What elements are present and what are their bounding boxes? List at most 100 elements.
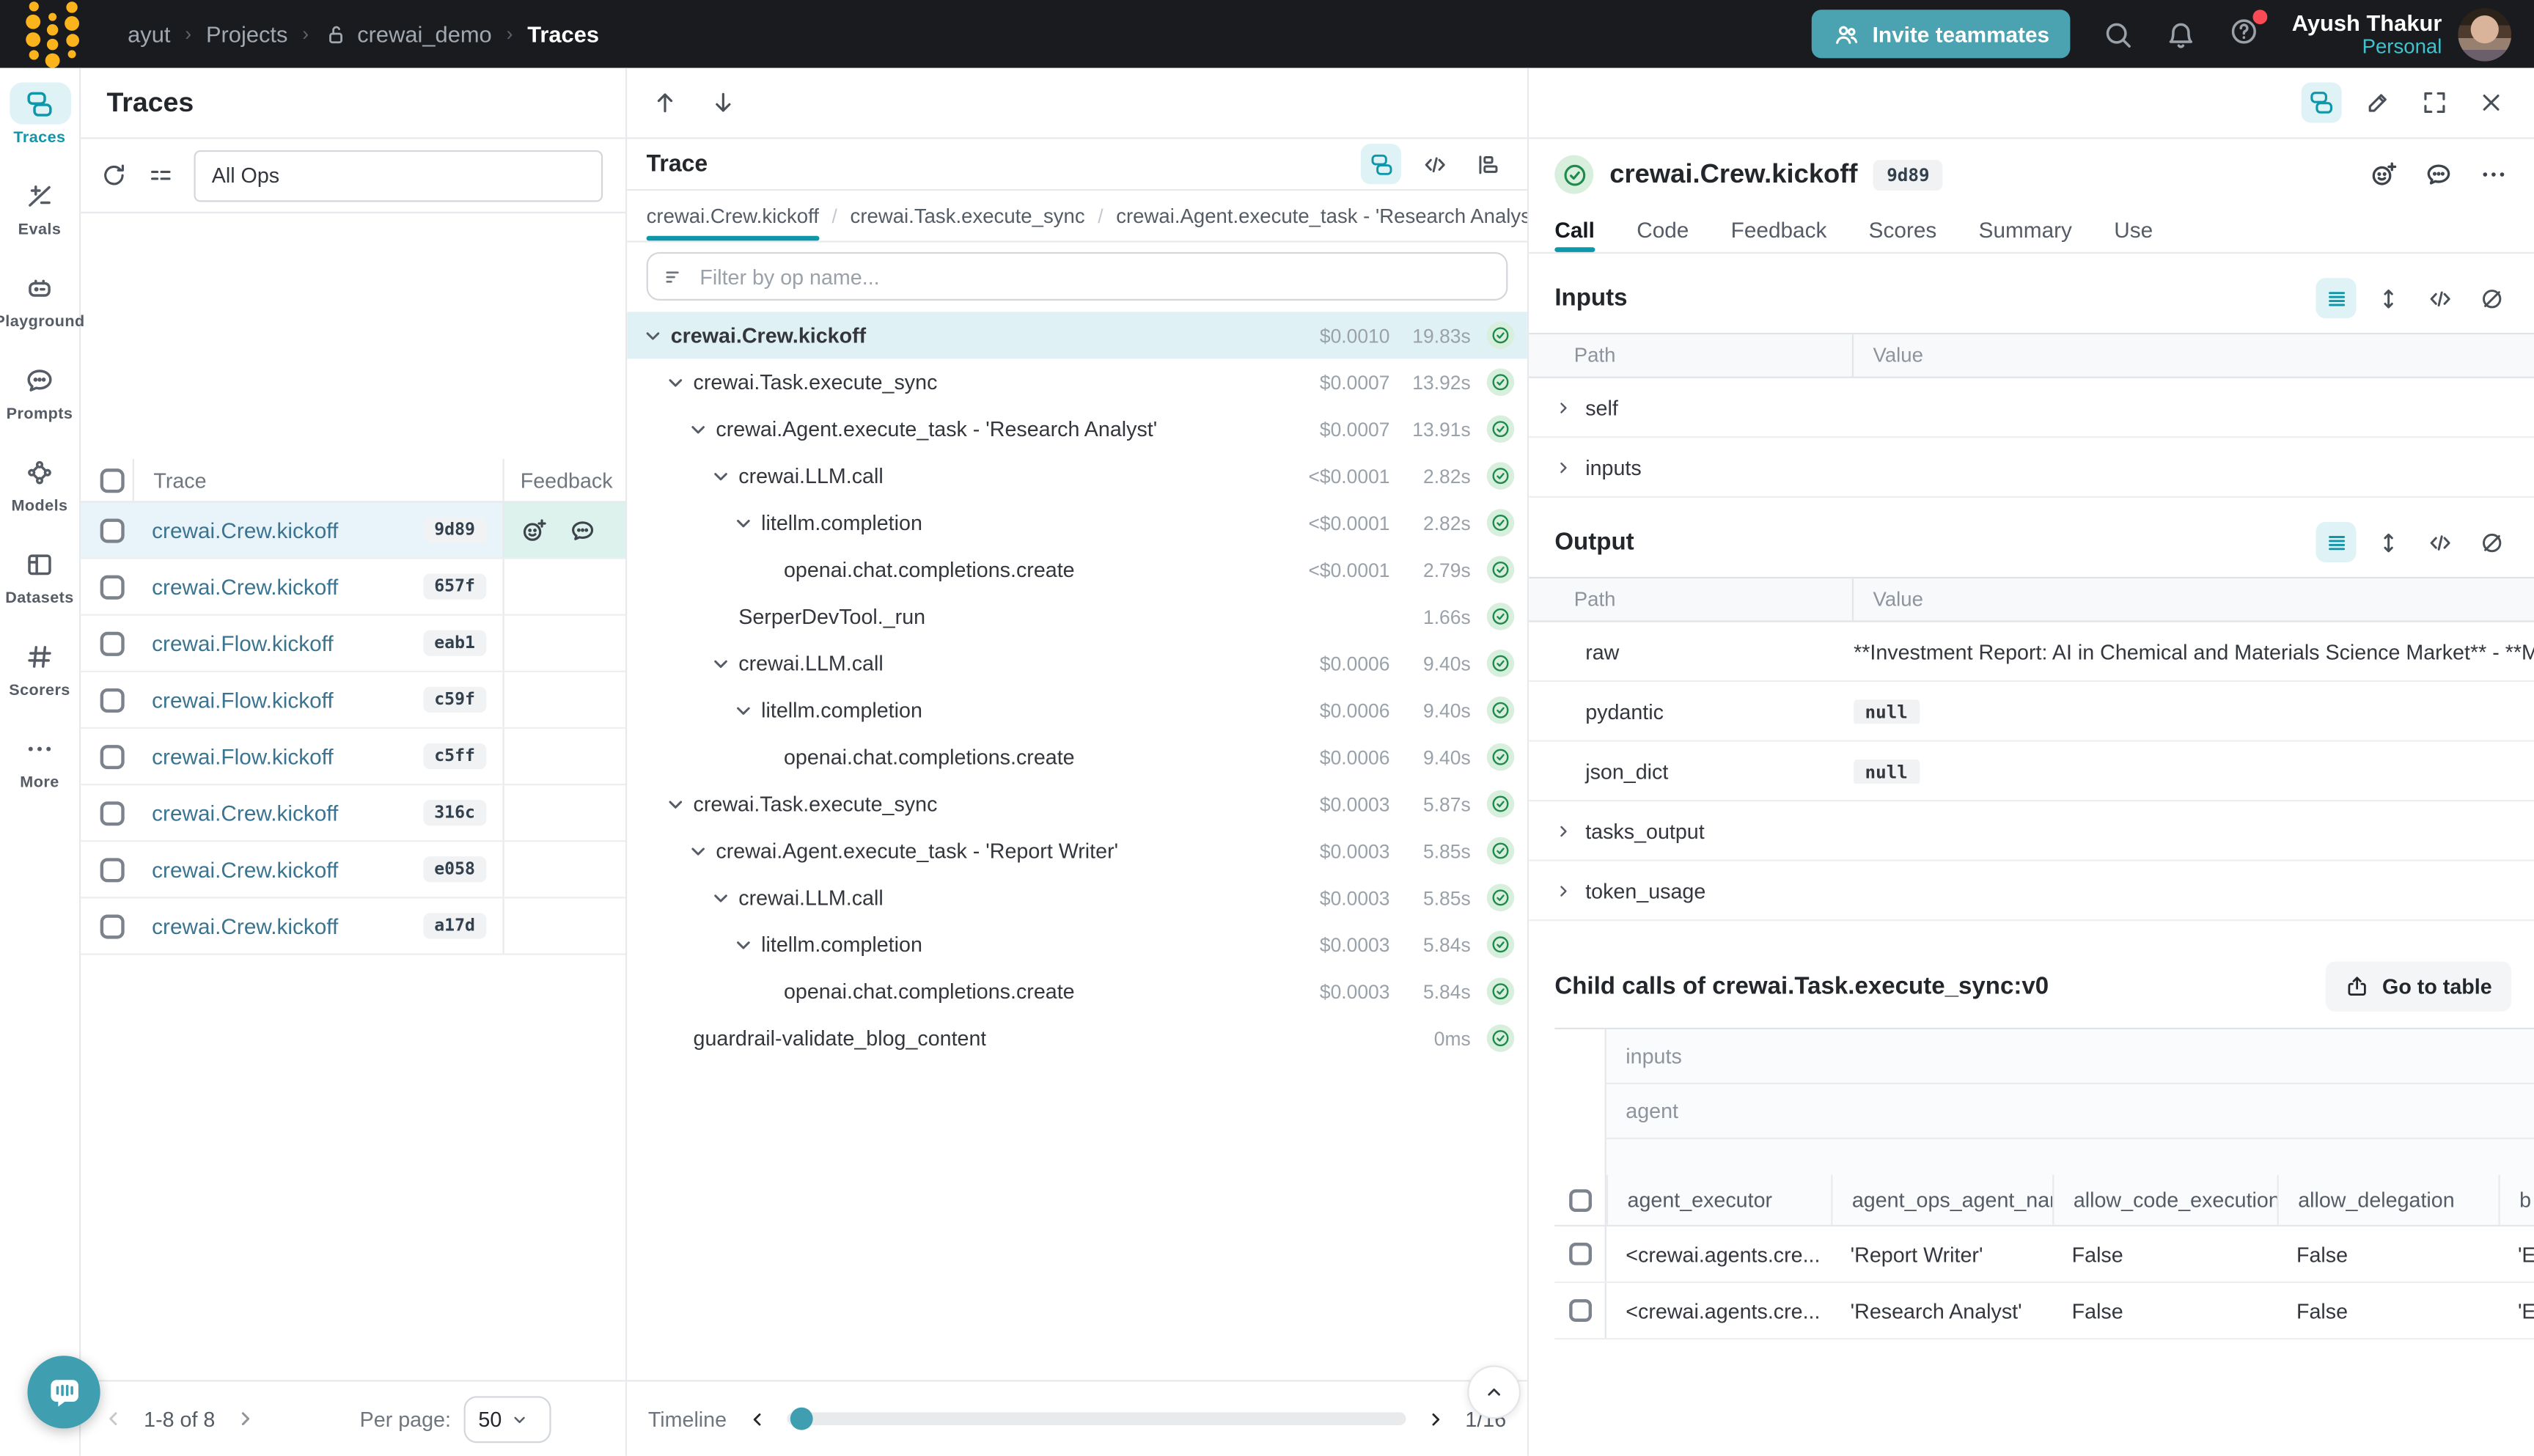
table-row[interactable]: crewai.Flow.kickoffc5ff: [81, 729, 625, 785]
refresh-icon[interactable]: [100, 161, 128, 188]
row-checkbox[interactable]: [100, 631, 125, 655]
column-header-agent_executor[interactable]: agent_executor: [1606, 1174, 1831, 1224]
breadcrumb-item-Traces[interactable]: Traces: [527, 21, 599, 47]
chat-widget-button[interactable]: [27, 1356, 100, 1428]
kv-row-tasks_output[interactable]: tasks_output: [1529, 801, 2534, 861]
chevron-down-icon[interactable]: [640, 323, 666, 348]
timeline-track[interactable]: [787, 1412, 1406, 1425]
table-row[interactable]: crewai.Crew.kickoff9d89: [81, 502, 625, 559]
hide-button[interactable]: [2471, 522, 2511, 562]
trace-tree-row[interactable]: litellm.completion<$0.00012.82s: [627, 499, 1527, 546]
row-checkbox[interactable]: [100, 744, 125, 768]
per-page-select[interactable]: 50: [464, 1395, 551, 1442]
tab-scores[interactable]: Scores: [1869, 207, 1937, 252]
trace-tree-row[interactable]: crewai.Task.execute_sync$0.000713.92s: [627, 359, 1527, 405]
breadcrumb-item-Projects[interactable]: Projects: [206, 21, 287, 47]
chevron-down-icon[interactable]: [663, 369, 688, 395]
avatar[interactable]: [2458, 7, 2511, 61]
chevron-down-icon[interactable]: [708, 650, 733, 676]
table-row[interactable]: crewai.Flow.kickoffc59f: [81, 672, 625, 729]
table-row[interactable]: crewai.Flow.kickoffeab1: [81, 616, 625, 672]
kv-row-token_usage[interactable]: token_usage: [1529, 861, 2534, 922]
list-view-button[interactable]: [2316, 522, 2356, 562]
column-header-allow_code_execution[interactable]: allow_code_execution: [2052, 1174, 2277, 1224]
list-view-button[interactable]: [2316, 278, 2356, 318]
trace-op-name[interactable]: crewai.Crew.kickoff: [152, 913, 423, 938]
tab-code[interactable]: Code: [1637, 207, 1689, 252]
code-view-button[interactable]: [2420, 278, 2460, 318]
kv-row-json_dict[interactable]: json_dictnull: [1529, 742, 2534, 802]
op-filter-input[interactable]: [699, 264, 1491, 288]
trace-tree-row[interactable]: litellm.completion$0.00035.84s: [627, 921, 1527, 968]
trace-op-name[interactable]: crewai.Crew.kickoff: [152, 518, 423, 542]
table-row[interactable]: <crewai.agents.cre...'Research Analyst'F…: [1554, 1283, 2534, 1339]
trace-op-name[interactable]: crewai.Flow.kickoff: [152, 688, 423, 712]
more-icon[interactable]: [2479, 160, 2508, 189]
trace-tree-row[interactable]: crewai.Agent.execute_task - 'Research An…: [627, 405, 1527, 452]
code-view-button[interactable]: [2420, 522, 2460, 562]
row-checkbox[interactable]: [100, 575, 125, 599]
emoji-add-icon[interactable]: [2369, 160, 2398, 189]
timeline-knob[interactable]: [790, 1407, 812, 1430]
path-tab[interactable]: crewai.Agent.execute_task - 'Research An…: [1116, 191, 1527, 240]
chevron-right-icon[interactable]: [1553, 880, 1574, 901]
column-header-agent_ops_agent_nan[interactable]: agent_ops_agent_nan: [1831, 1174, 2052, 1224]
code-view-button[interactable]: [1414, 144, 1455, 184]
sidebar-item-evals[interactable]: Evals: [9, 174, 70, 239]
arrow-down-icon[interactable]: [710, 89, 737, 116]
sidebar-item-traces[interactable]: Traces: [9, 82, 70, 147]
tab-feedback[interactable]: Feedback: [1731, 207, 1827, 252]
select-all-checkbox[interactable]: [1568, 1188, 1591, 1211]
tree-view-button[interactable]: [1361, 144, 1401, 184]
row-checkbox[interactable]: [100, 688, 125, 712]
expand-button[interactable]: [2414, 82, 2455, 122]
sidebar-item-models[interactable]: Models: [9, 451, 70, 515]
columns-icon[interactable]: [147, 161, 175, 188]
chevron-right-icon[interactable]: [1553, 457, 1574, 478]
select-all-checkbox[interactable]: [100, 468, 125, 492]
tab-summary[interactable]: Summary: [1979, 207, 2072, 252]
breadcrumb-item-crewai_demo[interactable]: crewai_demo: [323, 21, 492, 47]
chevron-down-icon[interactable]: [686, 416, 711, 442]
trace-op-name[interactable]: crewai.Crew.kickoff: [152, 575, 423, 599]
user-menu[interactable]: Ayush Thakur Personal: [2292, 7, 2511, 61]
trace-tree-row[interactable]: SerperDevTool._run1.66s: [627, 593, 1527, 640]
kv-row-inputs[interactable]: inputs: [1529, 438, 2534, 498]
tab-use[interactable]: Use: [2114, 207, 2153, 252]
trace-op-name[interactable]: crewai.Crew.kickoff: [152, 801, 423, 825]
row-checkbox[interactable]: [100, 857, 125, 881]
chevron-down-icon[interactable]: [708, 463, 733, 488]
trace-tree-row[interactable]: crewai.LLM.call$0.00069.40s: [627, 640, 1527, 687]
scroll-top-button[interactable]: [1467, 1365, 1521, 1419]
path-tab[interactable]: crewai.Task.execute_sync: [851, 191, 1085, 240]
trace-tree-row[interactable]: crewai.LLM.call$0.00035.85s: [627, 874, 1527, 921]
trace-tree-row[interactable]: openai.chat.completions.create$0.00069.4…: [627, 734, 1527, 781]
next-page-button[interactable]: [233, 1406, 259, 1432]
trace-tree-row[interactable]: openai.chat.completions.create$0.00035.8…: [627, 968, 1527, 1015]
path-tab[interactable]: crewai.Crew.kickoff: [647, 191, 819, 240]
chevron-down-icon[interactable]: [708, 885, 733, 911]
table-row[interactable]: crewai.Crew.kickoff316c: [81, 785, 625, 842]
sidebar-item-playground[interactable]: Playground: [0, 267, 85, 331]
hide-button[interactable]: [2471, 278, 2511, 318]
detail-tree-view-button[interactable]: [2302, 82, 2342, 122]
chevron-down-icon[interactable]: [663, 791, 688, 817]
chevron-right-icon[interactable]: [1553, 820, 1574, 842]
chevron-right-icon[interactable]: [1553, 397, 1574, 418]
call-id-badge[interactable]: 9d89: [1874, 159, 1943, 190]
emoji-add-icon[interactable]: [521, 516, 548, 543]
table-row[interactable]: crewai.Crew.kickoffa17d: [81, 898, 625, 955]
table-row[interactable]: crewai.Crew.kickoff657f: [81, 559, 625, 616]
search-icon[interactable]: [2103, 18, 2134, 49]
go-to-table-button[interactable]: Go to table: [2326, 961, 2511, 1011]
trace-tree-row[interactable]: guardrail-validate_blog_content0ms: [627, 1015, 1527, 1062]
column-header-allow_delegation[interactable]: allow_delegation: [2277, 1174, 2499, 1224]
sidebar-item-datasets[interactable]: Datasets: [5, 543, 74, 608]
trace-op-name[interactable]: crewai.Flow.kickoff: [152, 744, 423, 768]
kv-row-self[interactable]: self: [1529, 378, 2534, 438]
chevron-down-icon[interactable]: [730, 510, 756, 535]
trace-tree-row[interactable]: openai.chat.completions.create<$0.00012.…: [627, 546, 1527, 593]
timeline-prev-button[interactable]: [744, 1407, 768, 1431]
table-row[interactable]: crewai.Crew.kickoffe058: [81, 842, 625, 898]
column-header-b[interactable]: b: [2499, 1174, 2534, 1224]
